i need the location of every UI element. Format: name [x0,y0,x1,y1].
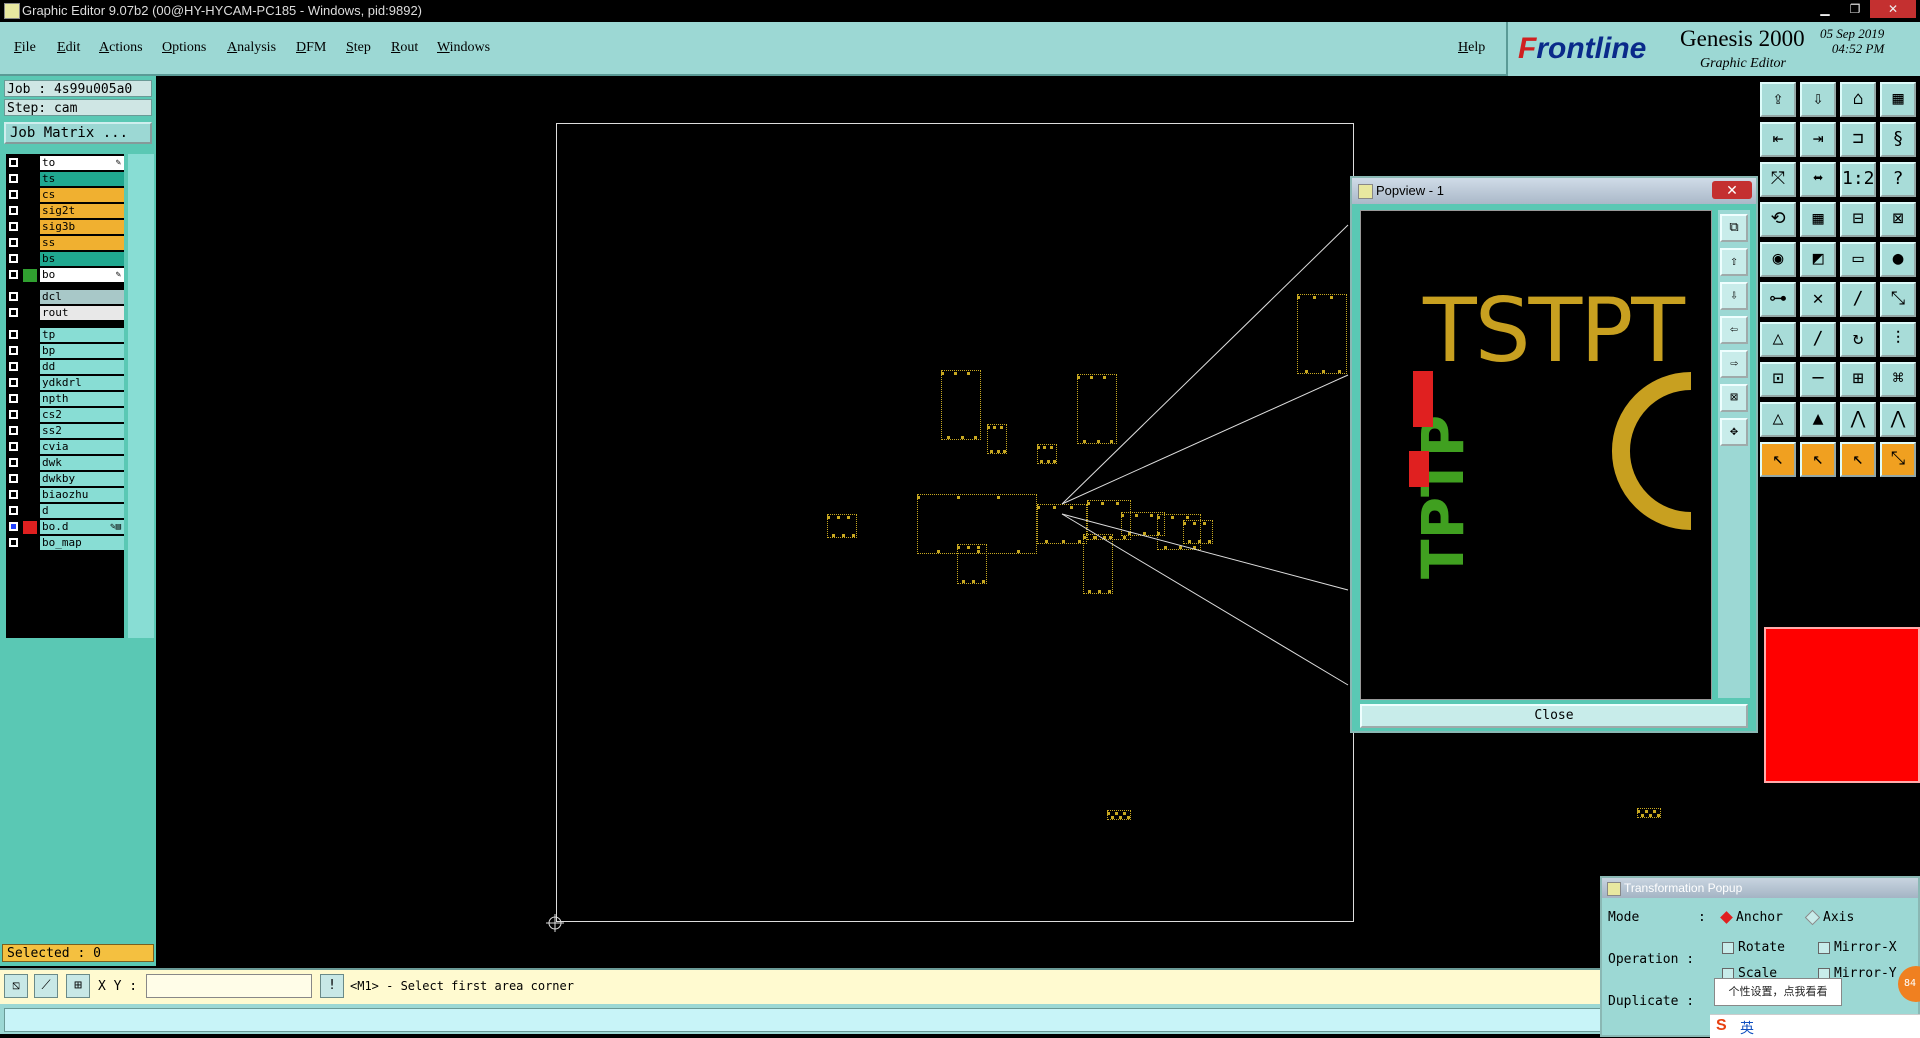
popview-zoom-home-icon[interactable]: ⧉ [1720,214,1748,242]
mode-colon: : [1698,910,1706,925]
pattern-icon[interactable]: ⌘ [1880,362,1916,397]
popview-toolbar: ⧉ ⇧ ⇩ ⇦ ⇨ ⊠ ✥ [1718,210,1750,698]
popview-titlebar[interactable]: Popview - 1 ✕ [1352,178,1756,204]
connect-icon[interactable]: ⊶ [1760,282,1796,317]
s-icon[interactable]: § [1880,122,1916,157]
popview-close-button[interactable]: Close [1360,704,1748,728]
edit-pointer-icon[interactable]: ↖ [1840,442,1876,477]
popview-pan-left-icon[interactable]: ⇦ [1720,316,1748,344]
ime-tooltip[interactable]: 个性设置，点我看看 [1714,978,1842,1006]
popview-drawing: TSTPT TPTP [1409,279,1692,579]
tool-palette: ⇪ ⇩ ⌂ ▦ ⇤ ⇥ ⊐ § ⤧ ⬌ 1:2? ⟲ ▦ ⊟ ⊠ ◉ ◩ ▭ ● ⊶ ✕ ∕ ⤡ △ ∕ ↻ ⫶ ⊡ ─ ⊞ ⌘ △ ▲ ⋀ ⋀ ↖ ↖… [1758,80,1920,485]
select-pointer-icon[interactable]: ↖ [1800,442,1836,477]
angle-icon[interactable]: ⋀ [1840,402,1876,437]
command-prompt: <M1> - Select first area corner [350,979,574,993]
transformation-title: Transformation Popup [1624,881,1743,895]
radio-selected-icon [1720,911,1733,924]
help-icon[interactable]: ? [1880,162,1916,197]
snap-icon[interactable]: ◉ [1760,242,1796,277]
mode-axis-radio[interactable]: Axis [1804,909,1854,926]
contour-icon[interactable]: ⫶ [1880,322,1916,357]
popview-pad-arc [1612,372,1692,530]
checkbox-checked-icon [1818,941,1830,954]
popview-window: Popview - 1 ✕ TSTPT TPTP ⧉ ⇧ ⇩ ⇦ ⇨ ⊠ ✥ C… [1350,176,1758,733]
popview-close-icon[interactable]: ✕ [1712,181,1752,199]
draw-line-icon[interactable]: ∕ [1800,322,1836,357]
mirror-x-checkbox[interactable]: Mirror-X [1818,940,1897,955]
filled-triangle-icon[interactable]: ▲ [1800,402,1836,437]
pointer-icon[interactable]: ↖ [1760,442,1796,477]
popview-zoom-out-icon[interactable]: ⇩ [1720,282,1748,310]
snap-icon[interactable]: ⟋ [34,974,58,998]
frame-icon[interactable]: ⊐ [1840,122,1876,157]
copy-icon[interactable]: ⊞ [1840,362,1876,397]
popview-title: Popview - 1 [1376,183,1444,198]
transform-app-icon [1607,882,1621,896]
ime-toolbar[interactable]: S 英 [1710,1014,1920,1038]
transformation-titlebar[interactable]: Transformation Popup [1602,878,1918,898]
xy-input[interactable] [146,974,312,998]
layers-icon[interactable]: ⊟ [1840,202,1876,237]
right-icon[interactable]: ⇥ [1800,122,1836,157]
popview-text-vertical: TPTP [1409,415,1477,579]
scale-icon[interactable]: 1:2 [1840,162,1876,197]
resize-pointer-icon[interactable]: ⤡ [1880,442,1916,477]
popview-app-icon [1358,184,1373,199]
popview-red-mark [1409,451,1429,487]
rotate-icon[interactable]: ⟲ [1760,202,1796,237]
popview-red-mark [1413,371,1433,427]
angle2-icon[interactable]: ⋀ [1880,402,1916,437]
duplicate-label: Duplicate : [1608,994,1695,1009]
zoom-area-icon[interactable]: ⧅ [4,974,28,998]
fill-icon[interactable]: ◩ [1800,242,1836,277]
origin-crosshair-icon [546,914,564,932]
line-icon[interactable]: ∕ [1840,282,1876,317]
popview-pan-right-icon[interactable]: ⇨ [1720,350,1748,378]
arc-icon[interactable]: ↻ [1840,322,1876,357]
select-box-icon[interactable]: ⊡ [1760,362,1796,397]
popview-zoom-in-icon[interactable]: ⇧ [1720,248,1748,276]
measure-icon[interactable]: ⊠ [1880,202,1916,237]
popview-center-icon[interactable]: ✥ [1720,418,1748,446]
move-icon[interactable]: ⤡ [1880,282,1916,317]
fit-icon[interactable]: ⤧ [1760,162,1796,197]
checkbox-icon [1722,941,1734,954]
command-bar: ⧅ ⟋ ⊞ X Y : ! <M1> - Select first area c… [0,968,1604,1004]
command-bang-button[interactable]: ! [320,974,344,998]
grid-icon[interactable]: ▦ [1800,202,1836,237]
operation-label: Operation : [1608,952,1695,967]
import-icon[interactable]: ⇪ [1760,82,1796,117]
popview-canvas[interactable]: TSTPT TPTP [1360,210,1712,700]
transformation-popup: Transformation Popup Mode : Anchor Axis … [1600,876,1920,1037]
status-bar [0,1004,1604,1034]
delete-icon[interactable]: ✕ [1800,282,1836,317]
pad-icon[interactable]: ● [1880,242,1916,277]
status-field [4,1008,1602,1032]
hline-icon[interactable]: ─ [1800,362,1836,397]
mode-label: Mode [1608,910,1640,925]
popview-fit-icon[interactable]: ⊠ [1720,384,1748,412]
mode-anchor-radio[interactable]: Anchor [1720,910,1783,925]
xy-label: X Y : [98,979,138,994]
outline-triangle-icon[interactable]: △ [1760,402,1796,437]
triangle-icon[interactable]: △ [1760,322,1796,357]
panes-icon[interactable]: ▦ [1880,82,1916,117]
grid-icon[interactable]: ⊞ [66,974,90,998]
ime-lang-toggle[interactable]: 英 [1740,1018,1754,1038]
ruler-icon[interactable]: ▭ [1840,242,1876,277]
pan-icon[interactable]: ⬌ [1800,162,1836,197]
sogou-ime-icon[interactable]: S [1716,1017,1727,1035]
left-icon[interactable]: ⇤ [1760,122,1796,157]
rotate-checkbox[interactable]: Rotate [1722,940,1785,955]
popview-text-main: TSTPT [1422,279,1686,382]
color-swatch-red[interactable] [1764,627,1920,783]
radio-unselected-icon [1804,909,1821,926]
home-icon[interactable]: ⌂ [1840,82,1876,117]
export-icon[interactable]: ⇩ [1800,82,1836,117]
